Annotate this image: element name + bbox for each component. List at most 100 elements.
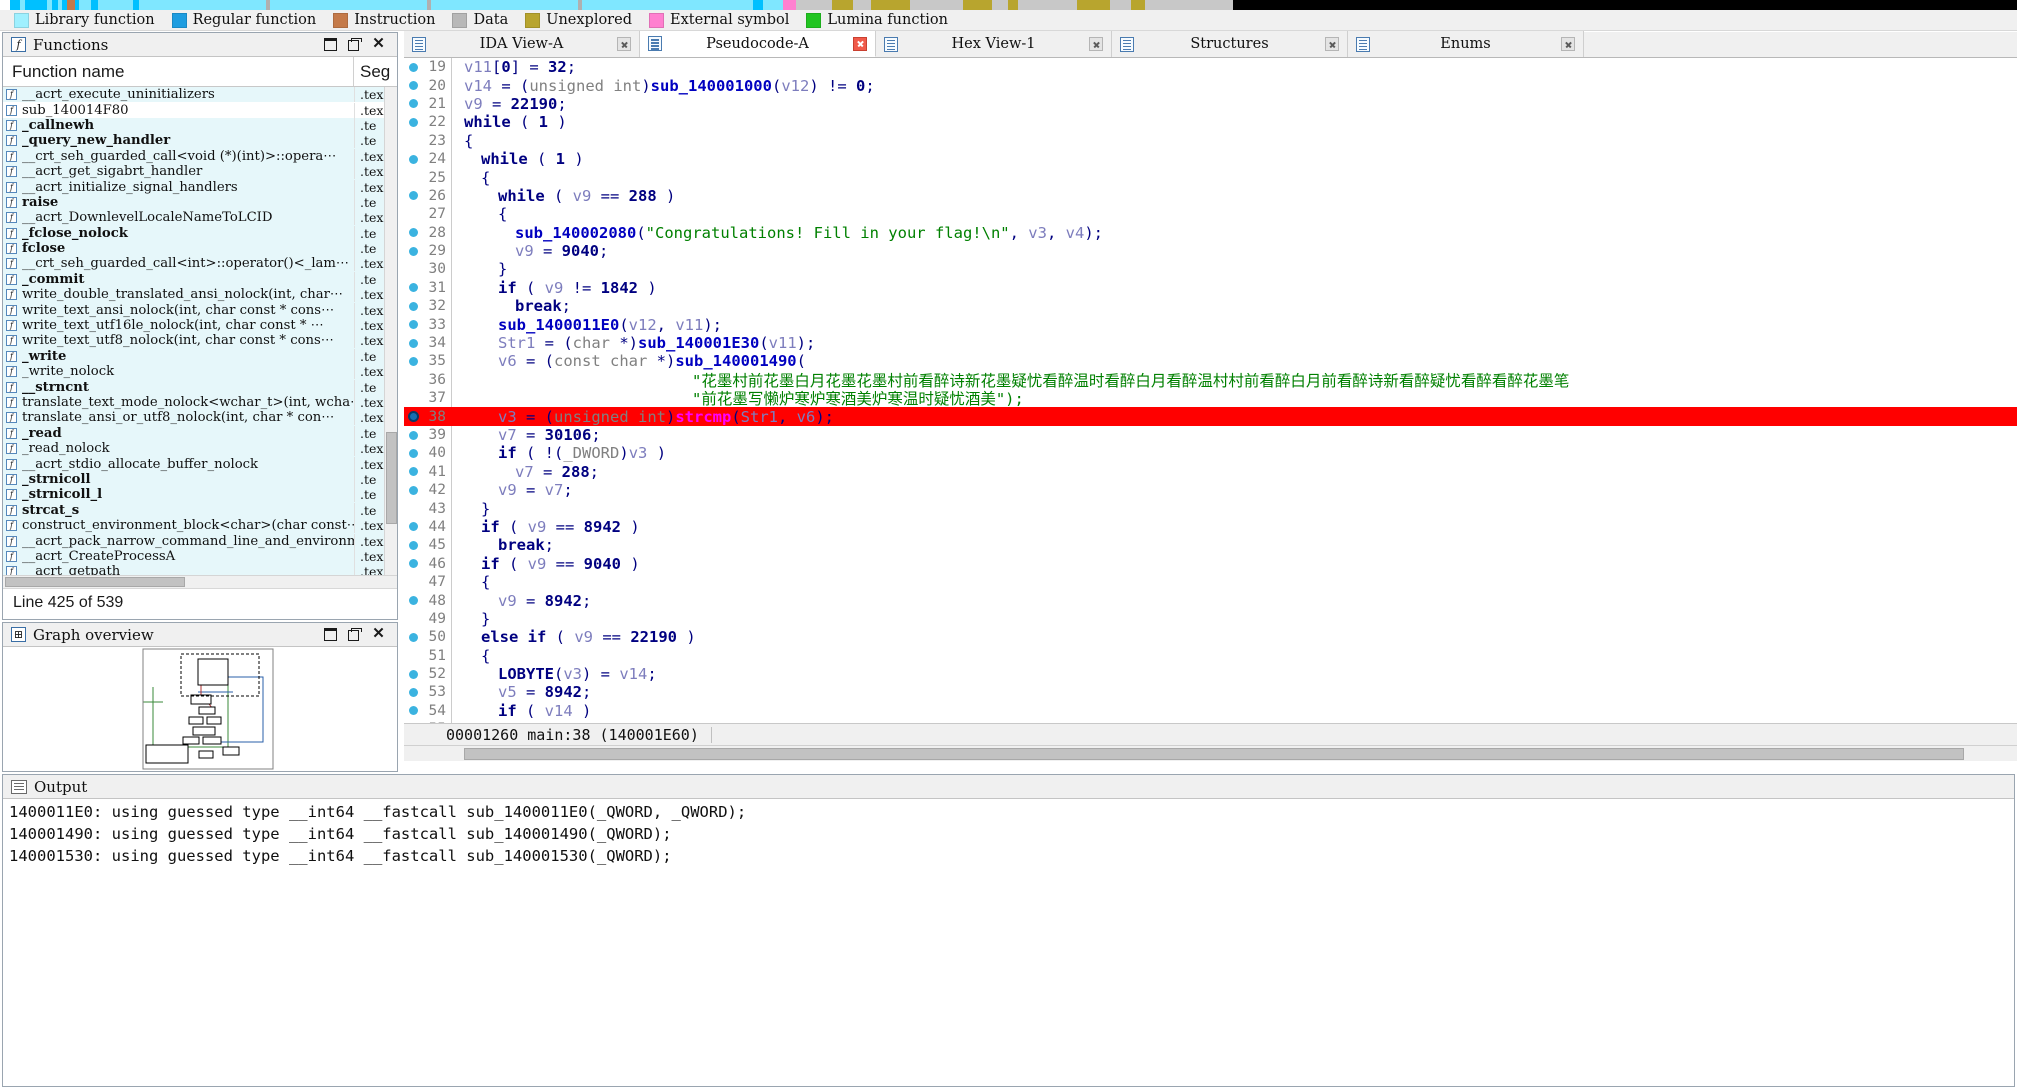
function-list-row[interactable]: f write_text_ansi_nolock(int, char const … <box>3 302 397 318</box>
breakpoint-dot[interactable] <box>404 301 422 311</box>
code-line[interactable]: 30} <box>404 260 2017 278</box>
tab-hex-view-1[interactable]: Hex View-1 <box>876 31 1112 57</box>
breakpoint-dot[interactable] <box>404 669 422 679</box>
function-list-row[interactable]: f __crt_seh_guarded_call<int>::operator()… <box>3 256 397 272</box>
function-list-row[interactable]: f _write .te <box>3 348 397 365</box>
restore-icon[interactable] <box>324 628 337 641</box>
function-list-row[interactable]: f _write_nolock .tex <box>3 364 397 380</box>
breakpoint-dot[interactable] <box>404 632 422 642</box>
scrollbar-thumb[interactable] <box>386 432 397 524</box>
breakpoint-dot[interactable] <box>404 117 422 127</box>
scrollbar-thumb[interactable] <box>5 577 185 587</box>
function-list-row[interactable]: f _strnicoll_l .te <box>3 487 397 503</box>
code-line[interactable]: 33 sub_1400011E0(v12, v11); <box>404 315 2017 334</box>
code-line[interactable]: 23 { <box>404 132 2017 150</box>
code-line[interactable]: 26 while ( v9 == 288 ) <box>404 187 2017 205</box>
breakpoint-dot[interactable] <box>404 99 422 109</box>
code-line[interactable]: 50 else if ( v9 == 22190 ) <box>404 628 2017 646</box>
code-line[interactable]: 34 Str1 = (char *)sub_140001E30(v11); <box>404 334 2017 352</box>
code-line[interactable]: 37 "前花墨写懒炉寒炉寒酒美炉寒温时疑忧酒美"); <box>404 389 2017 408</box>
pseudocode-view[interactable]: 19 v11[0] = 32; 20 v14 = (unsigned int)sub_… <box>404 58 2017 723</box>
code-line[interactable]: 21 v9 = 22190; <box>404 95 2017 113</box>
breakpoint-dot[interactable] <box>404 559 422 569</box>
function-list-body[interactable]: f __acrt_execute_uninitializers .tex f sub_1… <box>3 87 397 575</box>
breakpoint-dot[interactable] <box>404 706 422 716</box>
breakpoint-dot[interactable] <box>404 320 422 330</box>
breakpoint-dot[interactable] <box>404 81 422 91</box>
function-list-row[interactable]: f __acrt_stdio_allocate_buffer_nolock .tex <box>3 456 397 472</box>
code-line[interactable]: 46 if ( v9 == 9040 ) <box>404 555 2017 573</box>
code-line[interactable]: 39 v7 = 30106; <box>404 426 2017 444</box>
tab-pseudocode-a[interactable]: Pseudocode-A <box>640 31 876 57</box>
breakpoint-dot[interactable] <box>404 467 422 477</box>
pseudocode-horizontal-scrollbar[interactable] <box>404 745 2017 761</box>
function-list-row[interactable]: f _callnewh .te <box>3 117 397 134</box>
function-list-row[interactable]: f raise .te <box>3 194 397 211</box>
code-line[interactable]: 20 v14 = (unsigned int)sub_140001000(v12)… <box>404 76 2017 95</box>
code-line[interactable]: 32 break; <box>404 297 2017 315</box>
breakpoint-dot[interactable] <box>404 228 422 238</box>
function-list-row[interactable]: f _commit .te <box>3 271 397 288</box>
tab-close-icon[interactable] <box>617 37 631 51</box>
tab-close-icon[interactable] <box>1561 37 1575 51</box>
tab-enums[interactable]: Enums <box>1348 31 1584 57</box>
graph-overview-canvas[interactable] <box>3 647 397 771</box>
breakpoint-dot[interactable] <box>404 246 422 256</box>
column-header-function-name[interactable]: Function name <box>3 57 354 86</box>
breakpoint-dot[interactable] <box>404 687 422 697</box>
function-list-row[interactable]: f __acrt_CreateProcessA .tex <box>3 548 397 565</box>
tab-close-icon[interactable] <box>1089 37 1103 51</box>
navigation-band[interactable] <box>0 0 2017 10</box>
code-line[interactable]: 47 { <box>404 573 2017 591</box>
function-list-row[interactable]: f translate_text_mode_nolock<wchar_t>(int… <box>3 394 397 411</box>
code-line[interactable]: 43} <box>404 499 2017 518</box>
breakpoint-dot[interactable] <box>404 522 422 532</box>
breakpoint-dot[interactable] <box>404 448 422 458</box>
breakpoint-dot[interactable] <box>404 596 422 606</box>
function-list-row[interactable]: f __acrt_DownlevelLocaleNameToLCID .tex <box>3 210 397 226</box>
code-line[interactable]: 52 LOBYTE(v3) = v14; <box>404 665 2017 683</box>
restore-icon[interactable] <box>324 38 337 51</box>
code-line[interactable]: 40 if ( !(_DWORD)v3 ) <box>404 444 2017 462</box>
code-line[interactable]: 45 break; <box>404 536 2017 554</box>
tab-close-icon[interactable] <box>1325 37 1339 51</box>
code-line[interactable]: 25 { <box>404 168 2017 187</box>
close-icon[interactable]: ✕ <box>372 36 385 51</box>
tab-ida-view-a[interactable]: IDA View-A <box>404 31 640 57</box>
code-line[interactable]: 54 if ( v14 ) <box>404 702 2017 720</box>
code-line[interactable]: 44 if ( v9 == 8942 ) <box>404 518 2017 536</box>
code-line[interactable]: 38 v3 = (unsigned int)strcmp(Str1, v6); <box>404 407 2017 426</box>
function-list-row[interactable]: f fclose .te <box>3 240 397 257</box>
function-list-row[interactable]: f write_double_translated_ansi_nolock(int… <box>3 287 397 303</box>
breakpoint-dot[interactable] <box>404 430 422 440</box>
column-header-segment[interactable]: Seg <box>354 57 397 86</box>
code-line[interactable]: 22 while ( 1 ) <box>404 113 2017 131</box>
function-list-row[interactable]: f __acrt_get_sigabrt_handler .tex <box>3 163 397 180</box>
tab-close-icon[interactable] <box>853 36 867 51</box>
function-list-row[interactable]: f __strncnt .te <box>3 379 397 395</box>
scrollbar-thumb[interactable] <box>464 748 1964 760</box>
function-list-row[interactable]: f write_text_utf8_nolock(int, char const … <box>3 333 397 349</box>
function-list-row[interactable]: f _read_nolock .tex <box>3 440 397 457</box>
breakpoint-dot[interactable] <box>404 191 422 201</box>
function-list-row[interactable]: f construct_environment_block<char>(char … <box>3 517 397 534</box>
function-list-row[interactable]: f __acrt_initialize_signal_handlers .tex <box>3 179 397 195</box>
code-line[interactable]: 31 if ( v9 != 1842 ) <box>404 279 2017 297</box>
tab-structures[interactable]: Structures <box>1112 31 1348 57</box>
code-line[interactable]: 41 v7 = 288; <box>404 463 2017 481</box>
code-line[interactable]: 28 sub_140002080("Congratulations! Fill i… <box>404 224 2017 242</box>
breakpoint-dot[interactable] <box>404 283 422 293</box>
code-line[interactable]: 27 { <box>404 205 2017 223</box>
function-list-row[interactable]: f __acrt_execute_uninitializers .tex <box>3 87 397 103</box>
breakpoint-dot[interactable] <box>404 338 422 348</box>
breakpoint-dot[interactable] <box>404 411 422 423</box>
pseudocode-code-area[interactable]: 19 v11[0] = 32; 20 v14 = (unsigned int)sub_… <box>404 58 2017 723</box>
function-list-row[interactable]: f __acrt_pack_narrow_command_line_and_env… <box>3 533 397 549</box>
float-icon[interactable] <box>348 628 362 641</box>
code-line[interactable]: 19 v11[0] = 32; <box>404 58 2017 76</box>
code-line[interactable]: 42 v9 = v7; <box>404 481 2017 499</box>
breakpoint-dot[interactable] <box>404 356 422 366</box>
output-panel-body[interactable]: 1400011E0: using guessed type __int64 __… <box>3 799 2014 1084</box>
function-list-row[interactable]: f _query_new_handler .te <box>3 133 397 149</box>
function-list-row[interactable]: f _read .te <box>3 425 397 441</box>
